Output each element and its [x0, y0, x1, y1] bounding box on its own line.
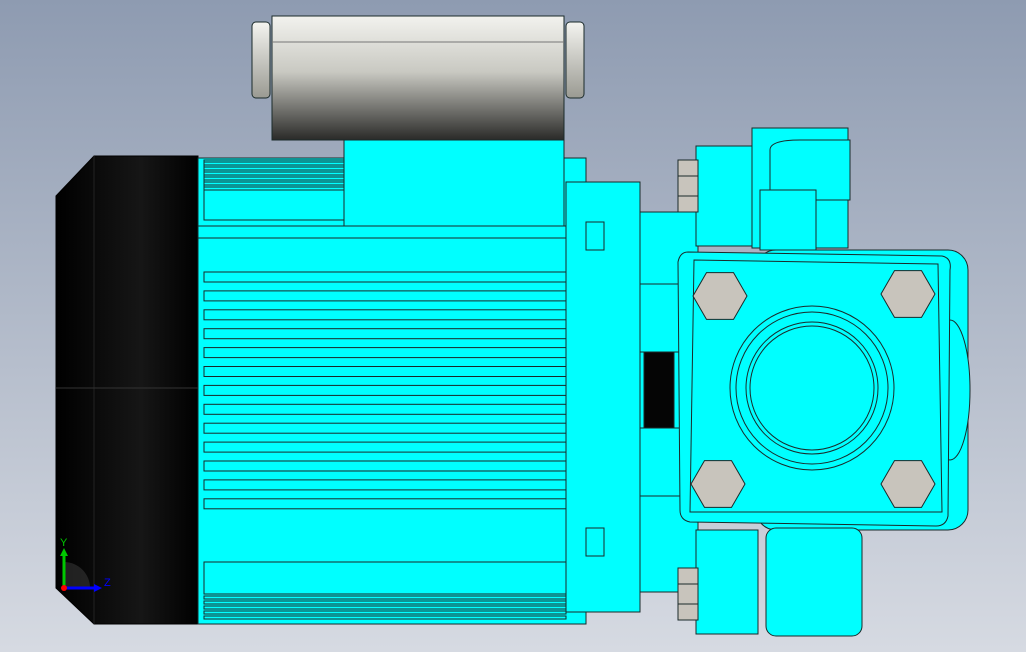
cooling-fin: [203, 328, 567, 340]
capacitor-body: [271, 15, 565, 141]
motor-shoulder: [197, 225, 587, 239]
lower-pipe: [765, 527, 863, 637]
side-bolt-bottom[interactable]: [677, 567, 699, 621]
cooling-fin: [203, 384, 567, 396]
volute-upper-flange: [695, 145, 759, 247]
bottom-fins: [203, 595, 567, 620]
cooling-fin: [203, 161, 345, 166]
cooling-fin: [203, 441, 567, 453]
motor-bottom-panel: [203, 561, 567, 595]
cooling-fin: [203, 479, 567, 491]
capacitor-left-end: [251, 21, 271, 99]
cooling-fin: [203, 176, 345, 181]
cooling-fin: [203, 347, 567, 359]
cooling-fin: [203, 186, 345, 191]
cooling-fin: [203, 460, 567, 472]
fan-cover-shell: [55, 155, 199, 625]
cooling-fin: [203, 403, 567, 415]
bracket-tab-top: [585, 221, 605, 251]
triad-y-label: Y: [60, 537, 68, 549]
cooling-fin: [203, 166, 345, 171]
cooling-fin: [203, 595, 567, 600]
cooling-fin: [203, 171, 345, 176]
outlet-side-block: [759, 189, 817, 251]
capacitor[interactable]: [251, 15, 585, 141]
cooling-fin: [203, 605, 567, 610]
cooling-fin: [203, 309, 567, 321]
cooling-fin: [203, 366, 567, 377]
shaft: [643, 351, 675, 429]
terminal-box[interactable]: [343, 139, 565, 227]
cooling-fin: [203, 610, 567, 615]
fan-cover[interactable]: [55, 155, 199, 625]
triad-x-axis-icon: [61, 585, 67, 591]
capacitor-right-end: [565, 21, 585, 99]
inlet-port-bore: [745, 321, 879, 455]
motor-bracket[interactable]: [565, 181, 699, 613]
bracket-tab-bottom: [585, 527, 605, 557]
cad-viewport[interactable]: Y Z: [0, 0, 1026, 652]
cooling-fin: [203, 271, 567, 283]
motor-housing[interactable]: [197, 139, 587, 625]
inlet-flange[interactable]: [677, 251, 951, 527]
side-bolt-head: [677, 159, 699, 213]
cooling-fin: [203, 600, 567, 605]
bracket-window-top: [639, 283, 681, 353]
cooling-fin: [203, 422, 567, 434]
side-bolt-top[interactable]: [677, 159, 699, 213]
bracket-window-bottom: [639, 427, 681, 497]
cooling-fin: [203, 498, 567, 510]
side-bolt-head: [677, 567, 699, 621]
cooling-fin: [203, 615, 567, 620]
cooling-fin: [203, 181, 345, 186]
triad-z-label: Z: [104, 577, 111, 589]
cooling-fin: [203, 290, 567, 302]
volute-lower-flange: [695, 529, 759, 635]
